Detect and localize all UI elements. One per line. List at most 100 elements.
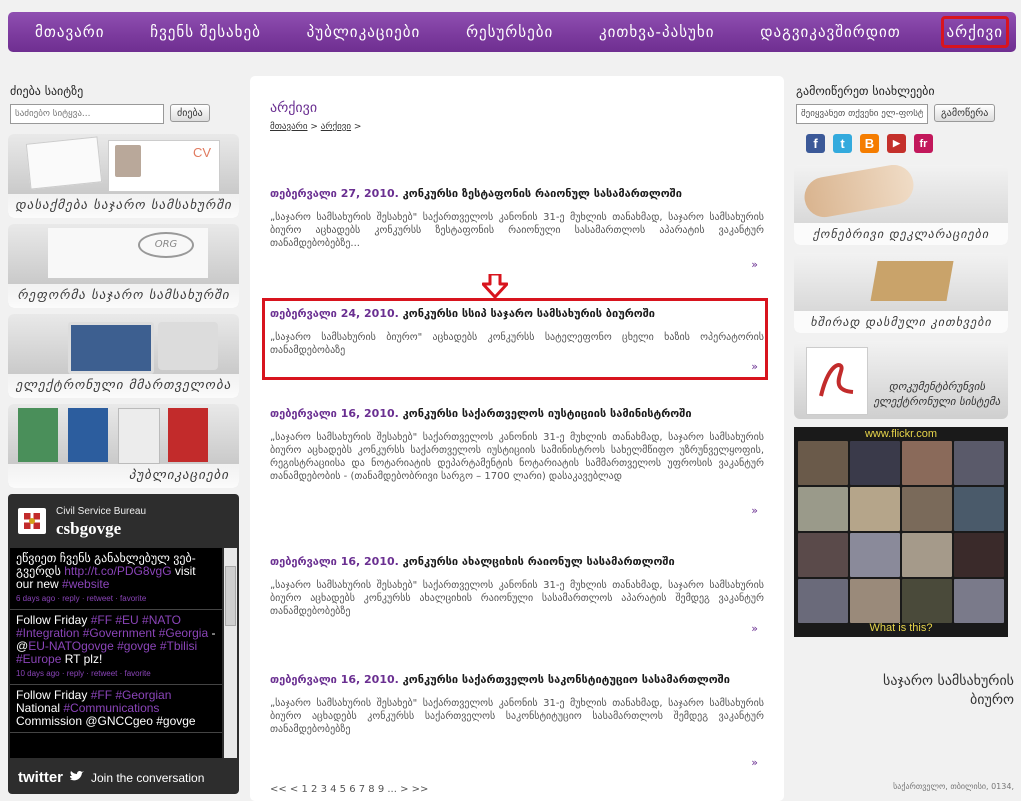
flickr-photo[interactable] xyxy=(798,441,848,485)
flickr-photo[interactable] xyxy=(902,579,952,623)
flickr-photo[interactable] xyxy=(850,441,900,485)
article-date: თებერვალი 27, 2010. xyxy=(270,187,399,200)
article-title[interactable]: თებერვალი 24, 2010. კონკურსი სსიპ საჯარო… xyxy=(270,306,764,321)
nav-item-resources[interactable]: რესურსები xyxy=(463,19,556,45)
left-sidebar: ძიება საიტზე ძიება CV დასაქმება საჯარო ს… xyxy=(8,76,240,794)
main-content: არქივი მთავარი > არქივი > თებერვალი 27, … xyxy=(250,76,784,801)
blogger-icon[interactable]: B xyxy=(860,134,879,153)
portrait-image xyxy=(115,145,141,177)
search-button[interactable]: ძიება xyxy=(170,104,210,122)
article-date: თებერვალი 16, 2010. xyxy=(270,407,399,420)
article-date: თებერვალი 16, 2010. xyxy=(270,673,399,686)
twitter-icon[interactable]: t xyxy=(833,134,852,153)
flickr-photo[interactable] xyxy=(954,441,1004,485)
flickr-photo[interactable] xyxy=(850,533,900,577)
pagination[interactable]: << < 1 2 3 4 5 6 7 8 9 ... > >> xyxy=(270,784,428,795)
article-title[interactable]: თებერვალი 16, 2010. კონკურსი ახალციხის რ… xyxy=(270,554,764,569)
article-summary: „საჯარო სამსახურის შესახებ" საქართველოს … xyxy=(270,698,764,735)
pdf-document-image xyxy=(806,347,868,415)
scrollbar-thumb[interactable] xyxy=(225,566,236,626)
read-more-link[interactable]: » xyxy=(751,360,758,373)
breadcrumb-archive[interactable]: არქივი xyxy=(321,122,351,132)
article-title[interactable]: თებერვალი 16, 2010. კონკურსი საქართველოს… xyxy=(270,672,764,687)
article-item: თებერვალი 27, 2010. კონკურსი ზესტაფონის … xyxy=(270,186,764,271)
flickr-photo[interactable] xyxy=(954,533,1004,577)
twitter-scrollbar[interactable] xyxy=(224,548,237,758)
facebook-icon[interactable]: f xyxy=(806,134,825,153)
banner-publications-caption: პუბლიკაციები xyxy=(8,464,239,488)
twitter-handle[interactable]: csbgovge xyxy=(56,519,121,539)
tweet-text: Follow Friday xyxy=(16,688,91,702)
nav-item-home[interactable]: მთავარი xyxy=(32,19,107,45)
twitter-feed[interactable]: ეწვიეთ ჩვენს განახლებულ ვებ-გვერდს http:… xyxy=(10,548,222,758)
friendfeed-icon[interactable]: fr xyxy=(914,134,933,153)
red-binder-image xyxy=(168,408,208,462)
twitter-footer[interactable]: twitter Join the conversation xyxy=(18,769,204,786)
search-input[interactable] xyxy=(10,104,164,124)
flickr-photo[interactable] xyxy=(798,487,848,531)
read-more-link[interactable]: » xyxy=(751,756,758,769)
youtube-icon[interactable]: ▶ xyxy=(887,134,906,153)
article-item: თებერვალი 16, 2010. კონკურსი ახალციხის რ… xyxy=(270,554,764,635)
nav-item-contact[interactable]: დაგვიკავშირდით xyxy=(757,19,904,45)
flickr-photo[interactable] xyxy=(850,579,900,623)
nav-item-about[interactable]: ჩვენს შესახებ xyxy=(147,19,264,45)
tweet-text: National xyxy=(16,701,64,715)
banner-publications[interactable]: პუბლიკაციები xyxy=(8,404,239,488)
banner-e-governance-caption: ელექტრონული მმართველობა xyxy=(8,374,239,398)
flickr-photo[interactable] xyxy=(850,487,900,531)
tweet: Follow Friday #FF #Georgian National #Co… xyxy=(10,685,222,733)
nav-item-faq[interactable]: კითხვა-პასუხი xyxy=(596,19,718,45)
article-title[interactable]: თებერვალი 16, 2010. კონკურსი საქართველოს… xyxy=(270,406,764,421)
article-heading: კონკურსი საქართველოს საკონსტიტუციო სასამ… xyxy=(398,673,730,686)
tweet-text: Commission @GNCCgeo #govge xyxy=(16,714,196,728)
documents-image xyxy=(25,136,103,190)
tweet-hashtag[interactable]: #website xyxy=(62,577,109,591)
read-more-link[interactable]: » xyxy=(751,504,758,517)
keyboard-image xyxy=(158,322,218,370)
banner-e-governance[interactable]: ელექტრონული მმართველობა xyxy=(8,314,239,398)
flickr-photo[interactable] xyxy=(902,533,952,577)
main-navigation: მთავარი ჩვენს შესახებ პუბლიკაციები რესურ… xyxy=(8,12,1016,52)
banner-property-declarations[interactable]: ქონებრივი დეკლარაციები xyxy=(794,165,1008,245)
banner-document-system[interactable]: დოკუმენტბრუნვის ელექტრონული სისტემა xyxy=(794,341,1008,419)
flickr-photo[interactable] xyxy=(798,533,848,577)
flickr-what-is-this-link[interactable]: What is this? xyxy=(794,622,1008,634)
org-chart-image: ORG xyxy=(138,232,194,258)
nav-item-publications[interactable]: პუბლიკაციები xyxy=(304,19,424,45)
tweet: Follow Friday #FF #EU #NATO #Integration… xyxy=(10,610,222,685)
banner-document-system-caption: დოკუმენტბრუნვის ელექტრონული სისტემა xyxy=(873,380,1001,408)
flickr-photo[interactable] xyxy=(954,487,1004,531)
tweet-hashtag[interactable]: #FF #Georgian xyxy=(91,688,172,702)
banner-faq[interactable]: ხშირად დასმული კითხვები xyxy=(794,253,1008,333)
twitter-header: Civil Service Bureau csbgovge xyxy=(8,494,239,546)
flickr-photo[interactable] xyxy=(902,487,952,531)
banner-employment[interactable]: CV დასაქმება საჯარო სამსახურში xyxy=(8,134,239,218)
read-more-link[interactable]: » xyxy=(751,258,758,271)
tweet-meta[interactable]: 10 days ago · reply · retweet · favorite xyxy=(16,667,216,680)
article-summary: „საჯარო სამსახურის ბიურო" აცხადებს კონკუ… xyxy=(270,332,764,356)
article-heading: კონკურსი ახალციხის რაიონულ სასამართლოში xyxy=(398,555,675,568)
flickr-photo[interactable] xyxy=(954,579,1004,623)
nav-item-archive[interactable]: არქივი xyxy=(940,16,1010,48)
flickr-widget[interactable]: www.flickr.com What is this? xyxy=(794,427,1008,637)
hand-pen-image xyxy=(801,165,917,221)
read-more-link[interactable]: » xyxy=(751,622,758,635)
tweet-link[interactable]: http://t.co/PDG8vgG xyxy=(64,564,171,578)
tweet-hashtag[interactable]: EU-NATOgovge #govge #Tbilisi #Europe xyxy=(16,639,197,666)
tweet-text: RT plz! xyxy=(61,652,103,666)
breadcrumb-home[interactable]: მთავარი xyxy=(270,122,308,132)
flickr-photo[interactable] xyxy=(902,441,952,485)
flickr-logo[interactable]: www.flickr.com xyxy=(794,428,1008,440)
tweet-meta[interactable]: 6 days ago · reply · retweet · favorite xyxy=(16,592,216,605)
banner-employment-caption: დასაქმება საჯარო სამსახურში xyxy=(8,194,239,218)
blue-binder-image xyxy=(68,408,108,462)
email-input[interactable] xyxy=(796,104,928,124)
banner-reform[interactable]: ORG რეფორმა საჯარო სამსახურში xyxy=(8,224,239,308)
article-title[interactable]: თებერვალი 27, 2010. კონკურსი ზესტაფონის … xyxy=(270,186,764,201)
flickr-photo[interactable] xyxy=(798,579,848,623)
twitter-brand: twitter xyxy=(18,769,63,786)
tweet-hashtag[interactable]: #Communications xyxy=(63,701,159,715)
subscribe-button[interactable]: გამოწერა xyxy=(934,104,996,122)
twitter-join-text: Join the conversation xyxy=(91,770,205,785)
